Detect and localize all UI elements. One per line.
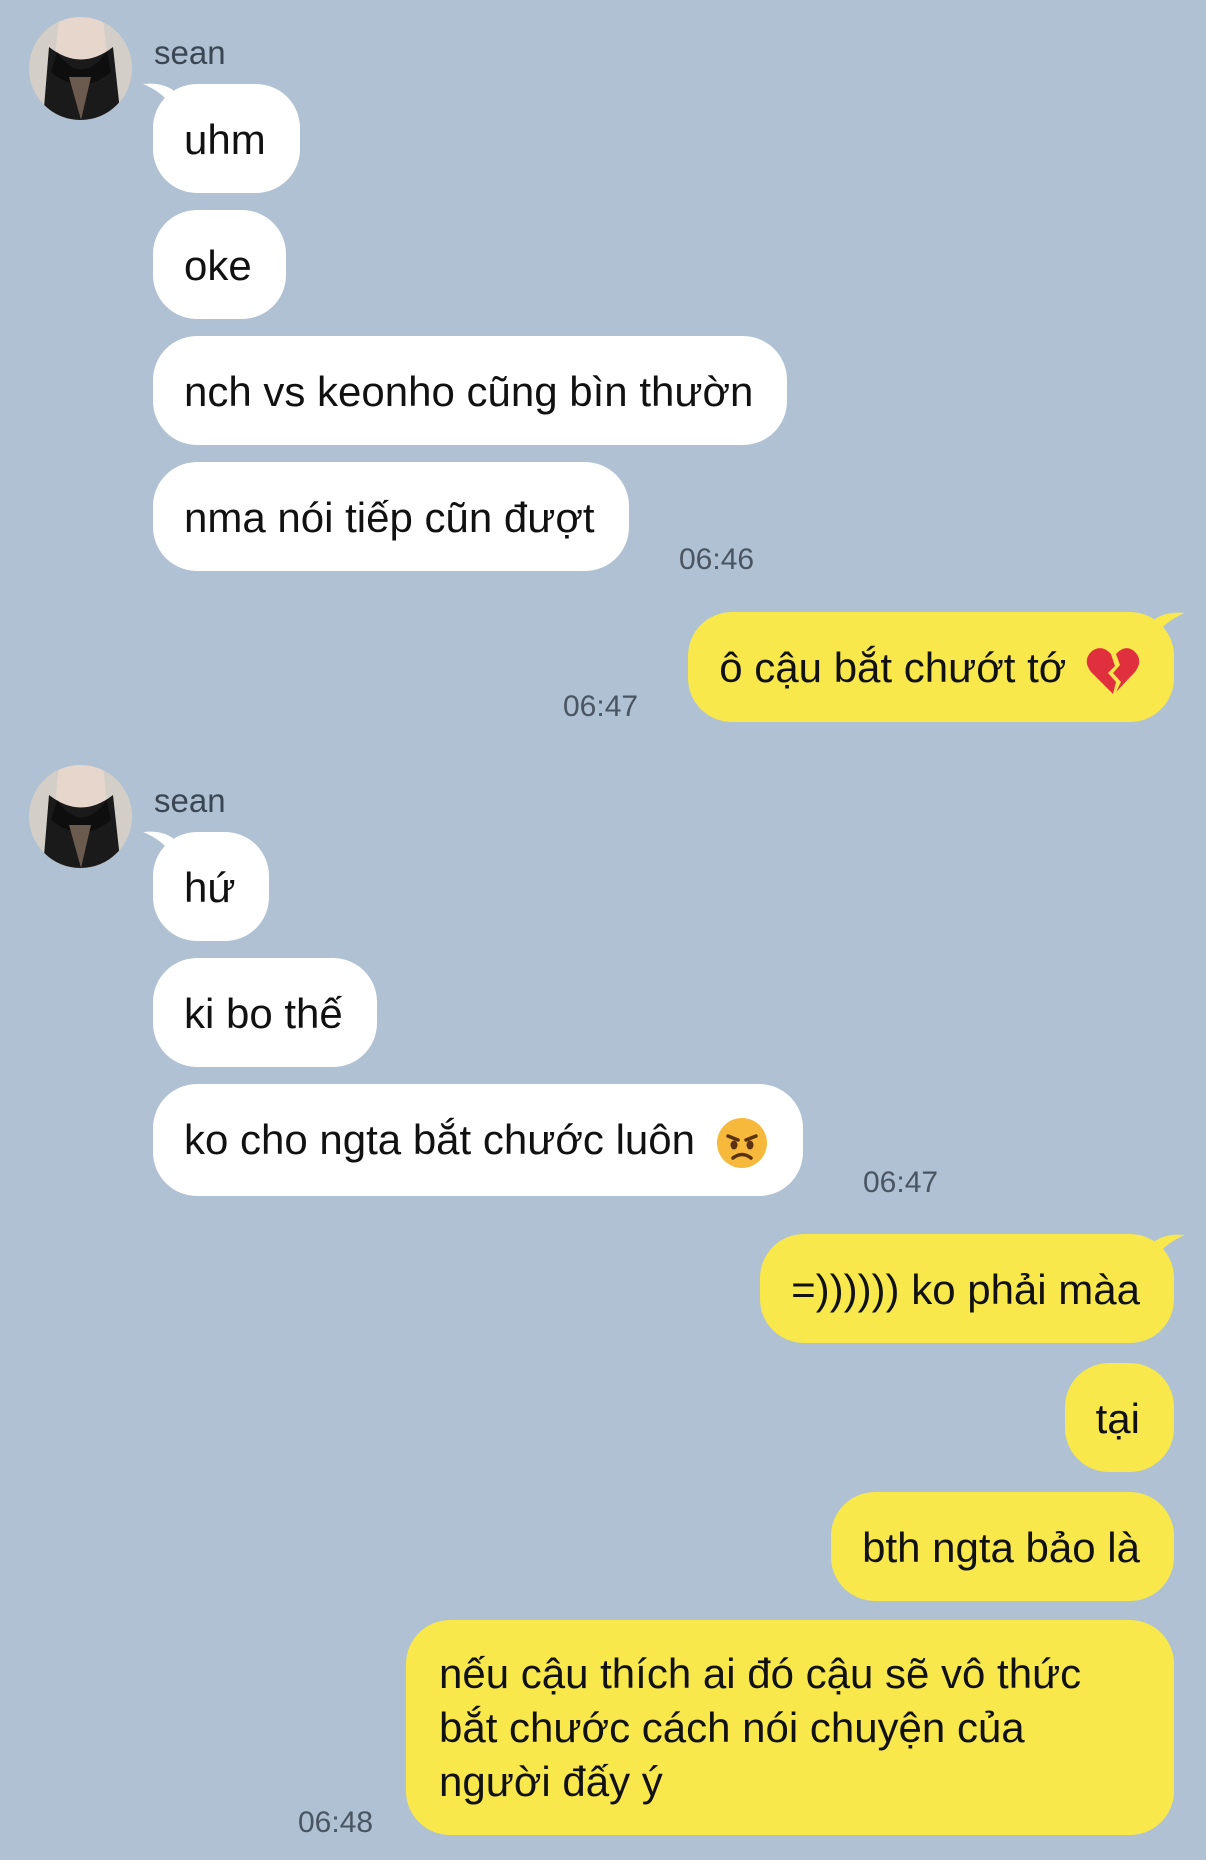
message-bubble-incoming[interactable]: uhm [153, 84, 300, 193]
sender-name: sean [154, 782, 226, 819]
broken-heart-icon [1086, 648, 1140, 694]
message-bubble-incoming[interactable]: nch vs keonho cũng bìn thườn [153, 336, 788, 445]
message-line: người đấy ý [439, 1758, 663, 1805]
message-bubble-incoming[interactable]: hứ [153, 832, 270, 941]
message-bubble-outgoing[interactable]: nếu cậu thích ai đó cậu sẽ vô thức bắt c… [406, 1620, 1174, 1835]
timestamp: 06:48 [298, 1806, 374, 1839]
message-text: ko cho ngta bắt chước luôn [184, 1116, 695, 1163]
message-bubble-incoming[interactable]: ko cho ngta bắt chước luôn [153, 1084, 803, 1196]
message-bubble-incoming[interactable]: oke [153, 210, 286, 319]
message-bubble-incoming[interactable]: nma nói tiếp cũn đượt [153, 462, 629, 571]
message-bubble-outgoing[interactable]: bth ngta bảo là [831, 1492, 1174, 1601]
bubble-tail [1155, 612, 1185, 637]
timestamp: 06:47 [563, 690, 639, 723]
message-bubble-outgoing[interactable]: ô cậu bắt chướt tớ [688, 612, 1174, 722]
bubble-tail [1155, 1234, 1185, 1259]
timestamp: 06:46 [679, 543, 755, 576]
contact-avatar[interactable] [29, 17, 132, 120]
angry-face-icon [716, 1117, 767, 1168]
message-bubble-outgoing[interactable]: =)))))) ko phải màa [760, 1234, 1174, 1343]
message-line: bắt chước cách nói chuyện của [439, 1704, 1025, 1751]
message-line: nếu cậu thích ai đó cậu sẽ vô thức [439, 1650, 1082, 1697]
sender-name: sean [154, 34, 226, 71]
timestamp: 06:47 [863, 1166, 939, 1199]
message-bubble-incoming[interactable]: ki bo thế [153, 958, 377, 1067]
contact-avatar[interactable] [29, 765, 132, 868]
message-bubble-outgoing[interactable]: tại [1064, 1363, 1174, 1472]
message-text: ô cậu bắt chướt tớ [719, 644, 1067, 691]
